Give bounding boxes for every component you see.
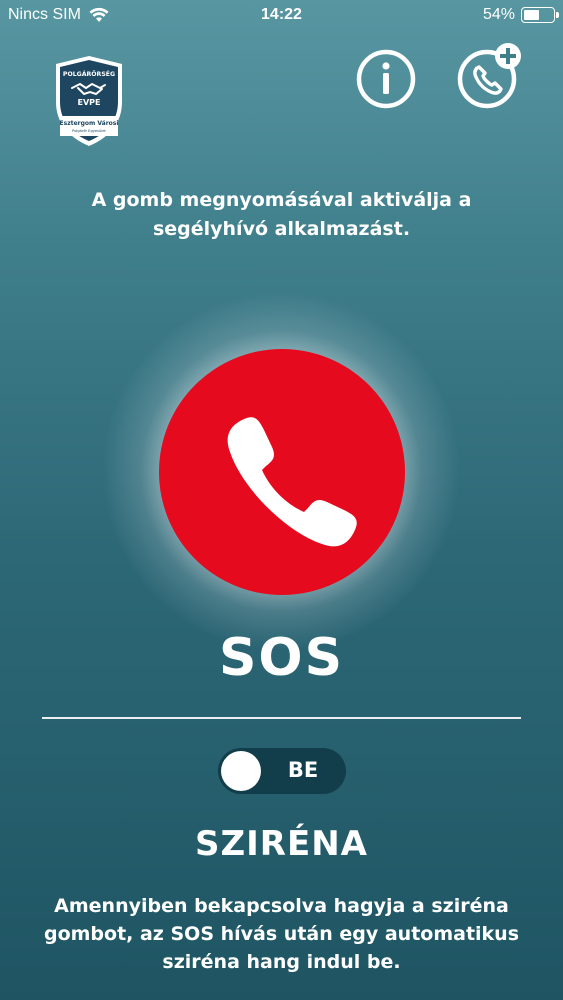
info-icon[interactable] bbox=[355, 48, 417, 110]
sos-label: SOS bbox=[218, 628, 345, 688]
siren-toggle[interactable]: BE bbox=[218, 748, 346, 794]
phone-icon bbox=[227, 417, 357, 547]
siren-title: SZIRÉNA bbox=[195, 824, 368, 864]
battery-level bbox=[524, 10, 540, 20]
logo-line2: Polgárőr Egyesület bbox=[72, 129, 106, 133]
logo-top-text: POLGÁRŐRSÉG bbox=[63, 69, 115, 78]
status-bar: Nincs SIM 14:22 54% bbox=[0, 0, 563, 32]
divider bbox=[42, 717, 521, 719]
siren-description: Amennyiben bekapcsolva hagyja a sziréna … bbox=[43, 895, 520, 973]
logo-line1: Esztergom Városi bbox=[60, 120, 119, 127]
toggle-knob bbox=[221, 751, 261, 791]
polgarorseg-logo: POLGÁRŐRSÉG EVPE Esztergom Városi Polgár… bbox=[56, 56, 122, 146]
battery-icon bbox=[521, 7, 559, 23]
toggle-label: BE bbox=[287, 758, 319, 782]
sos-button[interactable] bbox=[159, 349, 405, 595]
intro-text: A gomb megnyomásával aktiválja a segélyh… bbox=[91, 189, 472, 240]
battery-group: 54% bbox=[482, 6, 559, 24]
battery-percent: 54% bbox=[482, 6, 515, 23]
phone-plus-icon[interactable] bbox=[456, 42, 526, 112]
status-time: 14:22 bbox=[261, 6, 302, 23]
